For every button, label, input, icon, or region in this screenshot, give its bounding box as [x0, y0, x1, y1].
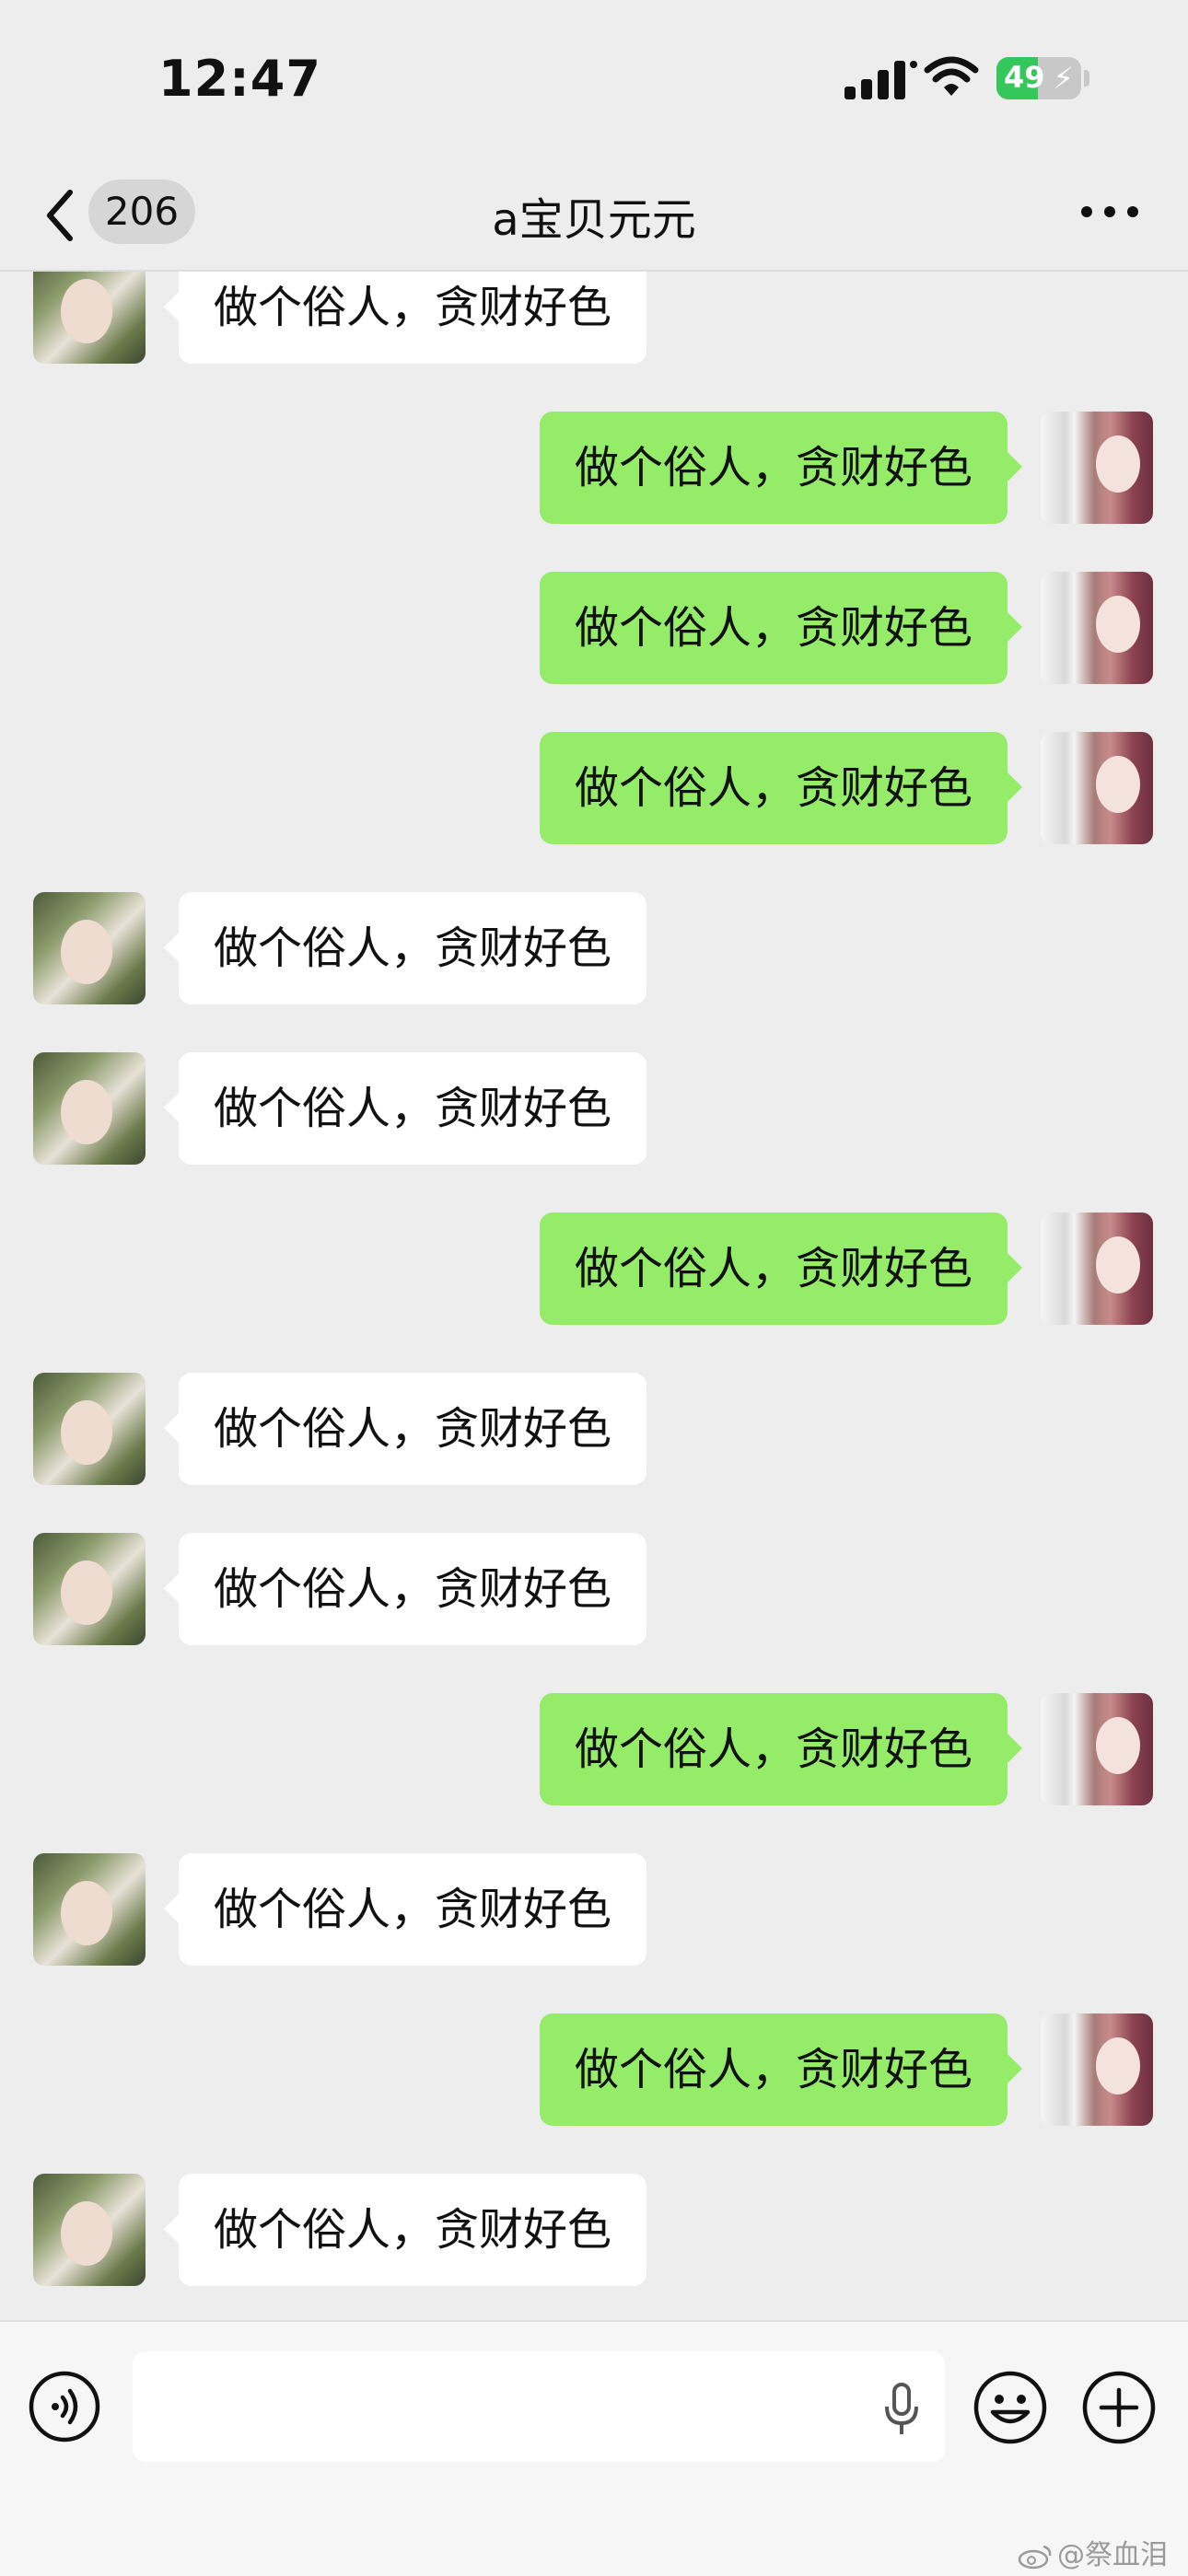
message-row: 做个俗人，贪财好色 — [0, 732, 1188, 846]
microphone-icon[interactable] — [882, 2381, 921, 2438]
message-row: 做个俗人，贪财好色 — [0, 1853, 1188, 1967]
battery-cap — [1084, 70, 1089, 87]
avatar-face — [61, 1561, 112, 1625]
message-row: 做个俗人，贪财好色 — [0, 1533, 1188, 1647]
my-message-bubble[interactable]: 做个俗人，贪财好色 — [539, 732, 1023, 844]
friend-message-bubble[interactable]: 做个俗人，贪财好色 — [163, 892, 647, 1004]
weibo-logo-icon — [1018, 2545, 1052, 2569]
my-avatar[interactable] — [1041, 2013, 1153, 2126]
friend-avatar[interactable] — [33, 272, 146, 364]
charging-bolt-icon: ⚡ — [1053, 61, 1074, 96]
my-message-bubble[interactable]: 做个俗人，贪财好色 — [539, 412, 1023, 524]
friend-avatar[interactable] — [33, 1533, 146, 1645]
message-row: 做个俗人，贪财好色 — [0, 412, 1188, 526]
avatar-face — [61, 1400, 112, 1465]
message-row: 做个俗人，贪财好色 — [0, 2013, 1188, 2128]
message-row: 做个俗人，贪财好色 — [0, 1213, 1188, 1327]
message-row: 做个俗人，贪财好色 — [0, 1373, 1188, 1487]
my-message-bubble[interactable]: 做个俗人，贪财好色 — [539, 1693, 1023, 1805]
status-time: 12:47 — [158, 50, 321, 108]
friend-message-bubble[interactable]: 做个俗人，贪财好色 — [163, 2174, 647, 2286]
avatar-face — [61, 920, 112, 984]
avatar-face — [61, 279, 112, 343]
message-row: 做个俗人，贪财好色 — [0, 892, 1188, 1006]
input-bar: @祭血泪 — [0, 2320, 1188, 2576]
message-row: 做个俗人，贪财好色 — [0, 272, 1188, 366]
voice-mode-icon[interactable] — [28, 2370, 101, 2443]
status-bar: 12:47 49 ⚡ — [0, 0, 1188, 161]
chat-title: a宝贝元元 — [492, 194, 696, 246]
message-row: 做个俗人，贪财好色 — [0, 1052, 1188, 1166]
my-avatar[interactable] — [1041, 572, 1153, 684]
avatar-face — [1096, 1717, 1140, 1774]
friend-avatar[interactable] — [33, 2174, 146, 2286]
friend-avatar[interactable] — [33, 1373, 146, 1485]
my-message-bubble[interactable]: 做个俗人，贪财好色 — [539, 1213, 1023, 1325]
watermark: @祭血泪 — [1017, 2532, 1168, 2572]
message-list[interactable]: 做个俗人，贪财好色 做个俗人，贪财好色 做个俗人，贪财好色 做个俗人，贪财好色 做个俗人… — [0, 272, 1188, 2320]
my-avatar[interactable] — [1041, 1213, 1153, 1325]
friend-message-bubble[interactable]: 做个俗人，贪财好色 — [163, 1373, 647, 1485]
message-row: 做个俗人，贪财好色 — [0, 572, 1188, 686]
avatar-face — [1096, 1236, 1140, 1294]
chat-header: 206 a宝贝元元 — [0, 161, 1188, 272]
wifi-icon — [924, 56, 979, 96]
my-message-bubble[interactable]: 做个俗人，贪财好色 — [539, 572, 1023, 684]
my-avatar[interactable] — [1041, 732, 1153, 844]
avatar-face — [1096, 435, 1140, 493]
avatar-face — [61, 1080, 112, 1144]
avatar-face — [61, 2201, 112, 2266]
message-row: 做个俗人，贪财好色 — [0, 2174, 1188, 2288]
friend-avatar[interactable] — [33, 1853, 146, 1966]
friend-avatar[interactable] — [33, 1052, 146, 1165]
friend-message-bubble[interactable]: 做个俗人，贪财好色 — [163, 1853, 647, 1966]
avatar-face — [1096, 756, 1140, 813]
friend-message-bubble[interactable]: 做个俗人，贪财好色 — [163, 1533, 647, 1645]
avatar-face — [1096, 2037, 1140, 2094]
my-avatar[interactable] — [1041, 412, 1153, 524]
message-input[interactable] — [133, 2351, 945, 2462]
message-row: 做个俗人，贪财好色 — [0, 1693, 1188, 1807]
cellular-signal-icon — [844, 61, 917, 99]
my-message-bubble[interactable]: 做个俗人，贪财好色 — [539, 2013, 1023, 2126]
friend-message-bubble[interactable]: 做个俗人，贪财好色 — [163, 272, 647, 364]
friend-message-bubble[interactable]: 做个俗人，贪财好色 — [163, 1052, 647, 1165]
more-dots-icon[interactable] — [1077, 198, 1142, 226]
my-avatar[interactable] — [1041, 1693, 1153, 1805]
avatar-face — [1096, 596, 1140, 653]
avatar-face — [61, 1881, 112, 1945]
plus-icon[interactable] — [1081, 2370, 1157, 2445]
emoji-icon[interactable] — [973, 2370, 1048, 2445]
watermark-text: @祭血泪 — [1057, 2539, 1168, 2571]
friend-avatar[interactable] — [33, 892, 146, 1004]
battery-charging-icon: 49 ⚡ — [996, 57, 1081, 99]
battery-percent: 49 — [1004, 60, 1045, 95]
